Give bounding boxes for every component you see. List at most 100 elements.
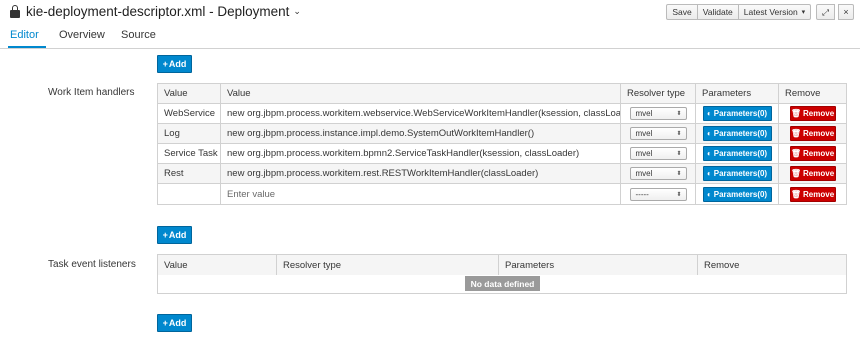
handler-value-cell[interactable]: new org.jbpm.process.workitem.webservice… <box>221 104 621 123</box>
tab-source[interactable]: Source <box>121 29 156 41</box>
remove-cell: 🗑 Remove <box>779 184 846 204</box>
column-header: Value <box>158 255 277 275</box>
parameters-button[interactable]: ◐ Parameters(0) <box>702 106 772 121</box>
latest-version-dropdown[interactable]: Latest Version ▾ <box>737 4 812 20</box>
save-button[interactable]: Save <box>666 4 698 20</box>
handler-name-cell[interactable]: WebService <box>158 104 221 123</box>
resolver-type-cell: mvel ⬍ <box>621 124 696 143</box>
parameters-cell: ◐ Parameters(0) <box>696 164 779 183</box>
column-header: Resolver type <box>621 84 696 103</box>
half-circle-icon: ◐ <box>706 189 712 199</box>
half-circle-icon: ◐ <box>706 129 712 138</box>
column-header: Value <box>158 84 221 103</box>
plus-icon: + <box>162 230 168 240</box>
plus-icon: + <box>162 318 168 328</box>
resolver-type-value: ----- <box>635 189 649 199</box>
remove-button[interactable]: 🗑 Remove <box>789 126 836 141</box>
resolver-type-select[interactable]: mvel ⬍ <box>629 147 687 160</box>
latest-version-label: Latest Version <box>743 7 798 17</box>
parameters-label: Parameters(0) <box>713 129 768 138</box>
parameters-cell: ◐ Parameters(0) <box>696 144 779 163</box>
table-row: Enter value ----- ⬍ ◐ Parameters(0) 🗑 Remove <box>158 184 846 204</box>
handler-value-cell[interactable]: new org.jbpm.process.instance.impl.demo.… <box>221 124 621 143</box>
parameters-button[interactable]: ◐ Parameters(0) <box>702 186 772 202</box>
editor-title-text: kie-deployment-descriptor.xml - Deployme… <box>26 4 290 19</box>
resolver-type-select[interactable]: ----- ⬍ <box>629 187 687 201</box>
handler-value-cell[interactable]: Enter value <box>221 184 621 204</box>
tab-editor[interactable]: Editor <box>10 29 39 41</box>
remove-button[interactable]: 🗑 Remove <box>789 106 836 121</box>
parameters-button[interactable]: ◐ Parameters(0) <box>702 166 772 181</box>
select-arrows-icon: ⬍ <box>676 171 682 177</box>
parameters-label: Parameters(0) <box>713 109 768 118</box>
select-arrows-icon: ⬍ <box>676 151 682 157</box>
remove-button[interactable]: 🗑 Remove <box>789 186 836 202</box>
close-button[interactable]: × <box>838 4 854 20</box>
remove-label: Remove <box>803 169 835 178</box>
resolver-type-cell: mvel ⬍ <box>621 144 696 163</box>
chevron-down-icon[interactable]: ⌄ <box>293 6 301 17</box>
table-header-row: Value Resolver type Parameters Remove <box>158 255 846 275</box>
close-icon: × <box>843 7 849 17</box>
work-item-handlers-table: Value Value Resolver type Parameters Rem… <box>157 83 847 205</box>
add-work-item-button-top[interactable]: + Add <box>157 55 192 73</box>
editor-header: kie-deployment-descriptor.xml - Deployme… <box>0 0 860 24</box>
validate-button[interactable]: Validate <box>696 4 739 20</box>
handler-value-cell[interactable]: new org.jbpm.process.workitem.rest.RESTW… <box>221 164 621 183</box>
resolver-type-value: mvel <box>635 109 653 118</box>
resolver-type-select[interactable]: mvel ⬍ <box>629 107 687 120</box>
column-header: Parameters <box>499 255 698 275</box>
tab-overview[interactable]: Overview <box>59 29 105 41</box>
remove-button[interactable]: 🗑 Remove <box>789 146 836 161</box>
parameters-button[interactable]: ◐ Parameters(0) <box>702 126 772 141</box>
half-circle-icon: ◐ <box>706 149 712 158</box>
resolver-type-value: mvel <box>635 169 653 178</box>
handler-name-cell[interactable]: Rest <box>158 164 221 183</box>
parameters-label: Parameters(0) <box>713 169 768 178</box>
add-task-listener-button[interactable]: + Add <box>157 314 192 332</box>
parameters-label: Parameters(0) <box>713 189 768 199</box>
parameters-button[interactable]: ◐ Parameters(0) <box>702 146 772 161</box>
work-item-handlers-label: Work Item handlers <box>48 87 135 98</box>
handler-name-cell[interactable] <box>158 184 221 204</box>
remove-button[interactable]: 🗑 Remove <box>789 166 836 181</box>
resolver-type-select[interactable]: mvel ⬍ <box>629 167 687 180</box>
remove-label: Remove <box>803 129 835 138</box>
trash-icon: 🗑 <box>790 129 802 138</box>
editor-tabs: Editor Overview Source <box>0 25 860 49</box>
editor-title[interactable]: kie-deployment-descriptor.xml - Deployme… <box>10 4 301 19</box>
remove-cell: 🗑 Remove <box>779 144 846 163</box>
dropdown-caret-icon: ▾ <box>801 9 806 16</box>
resolver-type-value: mvel <box>635 149 653 158</box>
handler-name-cell[interactable]: Service Task <box>158 144 221 163</box>
column-header: Remove <box>704 259 740 271</box>
table-header-row: Value Value Resolver type Parameters Rem… <box>158 84 846 104</box>
parameters-cell: ◐ Parameters(0) <box>696 104 779 123</box>
remove-label: Remove <box>803 189 835 199</box>
remove-label: Remove <box>803 149 835 158</box>
half-circle-icon: ◐ <box>706 109 712 118</box>
table-row: Service Task new org.jbpm.process.workite… <box>158 144 846 164</box>
resolver-type-cell: ----- ⬍ <box>621 184 696 204</box>
resolver-type-cell: mvel ⬍ <box>621 104 696 123</box>
column-header: Resolver type <box>277 255 499 275</box>
expand-button[interactable]: ⤢ <box>816 4 835 20</box>
column-header: Value <box>221 84 621 103</box>
active-tab-indicator <box>8 46 46 48</box>
lock-icon <box>10 5 20 18</box>
task-event-listeners-label: Task event listeners <box>48 259 136 270</box>
handler-name-cell[interactable]: Log <box>158 124 221 143</box>
trash-icon: 🗑 <box>790 189 802 199</box>
editor-toolbar: Save Validate Latest Version ▾ ⤢ <box>666 4 835 20</box>
handler-value-cell[interactable]: new org.jbpm.process.workitem.bpmn2.Serv… <box>221 144 621 163</box>
add-work-item-button-bottom[interactable]: + Add <box>157 226 192 244</box>
table-row: WebService new org.jbpm.process.workitem.… <box>158 104 846 124</box>
trash-icon: 🗑 <box>790 169 802 178</box>
plus-icon: + <box>162 59 168 69</box>
add-label: Add <box>168 230 187 240</box>
resolver-type-cell: mvel ⬍ <box>621 164 696 183</box>
resolver-type-select[interactable]: mvel ⬍ <box>629 127 687 140</box>
no-data-badge: No data defined <box>465 276 540 291</box>
trash-icon: 🗑 <box>790 149 802 158</box>
parameters-cell: ◐ Parameters(0) <box>696 184 779 204</box>
